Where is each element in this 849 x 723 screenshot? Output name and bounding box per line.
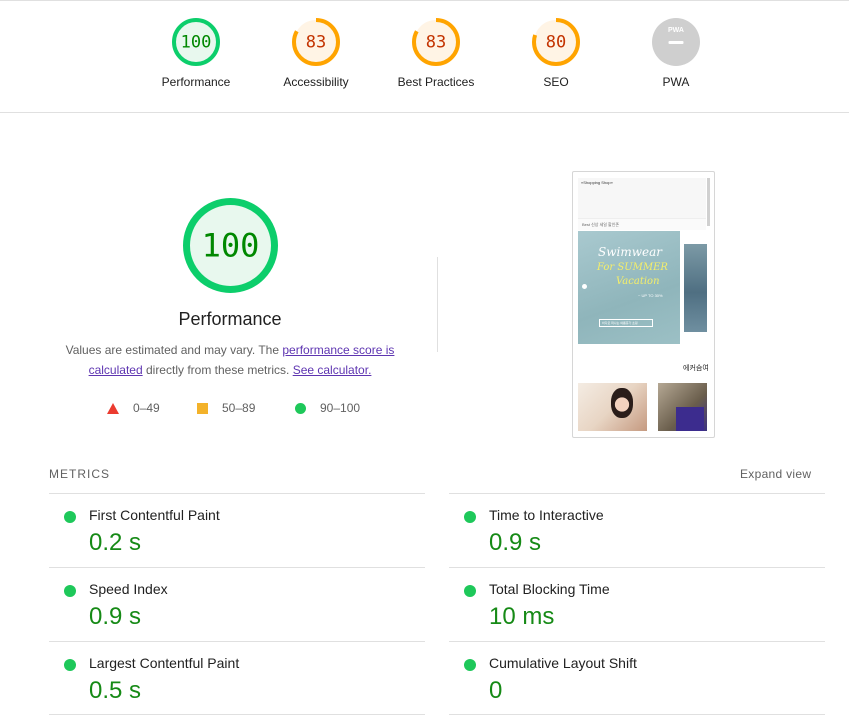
metrics-heading: METRICS [49,467,110,481]
desc-text: directly from these metrics. [142,363,293,377]
pwa-dash-icon [668,41,684,44]
metric-title: Speed Index [89,581,168,597]
gauge-label: Performance [161,75,231,89]
performance-score-gauge: 100 [182,197,279,299]
legend-average: 50–89 [197,400,255,416]
gauge-label: SEO [543,75,569,89]
thumb-prev-arrow-icon [582,284,587,289]
performance-score-value: 100 [202,227,260,265]
see-calculator-link[interactable]: See calculator. [293,363,372,377]
performance-title: Performance [178,309,282,329]
metric-value: 0.2 s [89,529,142,556]
thumb-section-title: 에커슴여 [683,365,709,372]
gauge-score: 83 [426,33,446,53]
pass-circle-icon [464,585,476,597]
circle-icon [295,402,306,414]
metric-title: Total Blocking Time [489,581,610,597]
pass-circle-icon [64,659,76,671]
gauge-accessibility[interactable]: 83 Accessibility [261,17,371,89]
thumb-banner-side-image [684,244,707,332]
expand-view-toggle[interactable]: Expand view [740,467,811,481]
metric-total-blocking-time: Total Blocking Time 10 ms [449,567,825,641]
metric-time-to-interactive: Time to Interactive 0.9 s [449,493,825,567]
thumb-headline: For SUMMER [597,262,668,273]
gauge-label: Best Practices [397,75,475,89]
metric-value: 0.5 s [89,677,142,704]
pwa-badge-text: PWA [668,27,684,34]
legend-range: 90–100 [320,401,361,415]
vertical-divider [437,257,438,352]
legend-pass: 90–100 [295,400,360,416]
metric-value: 0 [489,677,503,704]
thumb-subtext: ~ UP TO 30% [638,293,663,298]
pass-circle-icon [464,659,476,671]
gauge-seo-ring: 80 [532,18,580,66]
pass-circle-icon [64,511,76,523]
gauge-label: PWA [662,75,690,89]
gauge-best-practices-ring: 83 [412,18,460,66]
metric-title: Largest Contentful Paint [89,655,240,671]
pwa-badge-icon: PWA [652,18,700,66]
gauge-seo[interactable]: 80 SEO [501,17,611,89]
thumb-banner-button: 바다로 떠나는 여름휴가 쇼핑 [599,319,653,327]
thumb-product-image [676,407,704,431]
gauge-score: 80 [546,33,566,53]
gauge-performance[interactable]: 100 Performance [141,17,251,89]
pass-circle-icon [464,511,476,523]
square-icon [197,402,208,414]
thumb-logo: «Shopping Shop» [581,180,613,185]
desc-text: Values are estimated and may vary. The [65,343,283,357]
gauge-pwa[interactable]: PWA PWA [621,17,731,89]
triangle-icon [107,402,119,414]
score-description: Values are estimated and may vary. The p… [50,340,410,380]
legend-range: 50–89 [222,401,256,415]
metric-value: 10 ms [489,603,555,630]
metric-speed-index: Speed Index 0.9 s [49,567,425,641]
pass-circle-icon [64,585,76,597]
final-screenshot-thumbnail[interactable]: «Shopping Shop» Best 신상 세일 할인존 Swimwear … [572,171,715,438]
thumb-scrollbar [707,178,710,226]
gauge-score: 100 [181,33,212,53]
metric-value: 0.9 s [489,529,542,556]
legend-fail: 0–49 [107,400,160,416]
metric-value: 0.9 s [89,603,142,630]
metric-first-contentful-paint: First Contentful Paint 0.2 s [49,493,425,567]
category-gauges-bar: 100 Performance 83 Accessibility 83 Best… [0,0,849,113]
gauge-accessibility-ring: 83 [292,18,340,66]
gauge-label: Accessibility [283,75,349,89]
metric-title: First Contentful Paint [89,507,220,523]
gauge-best-practices[interactable]: 83 Best Practices [381,17,491,89]
thumb-nav: Best 신상 세일 할인존 [578,218,706,230]
thumb-headline: Vacation [616,276,660,287]
performance-score-ring: 100 [183,198,278,293]
metric-title: Cumulative Layout Shift [489,655,637,671]
thumb-headline: Swimwear [598,245,662,259]
gauge-score: 83 [306,33,326,53]
thumb-model-image [611,388,633,418]
legend-range: 0–49 [133,401,160,415]
metric-cumulative-layout-shift: Cumulative Layout Shift 0 [449,641,825,715]
gauge-performance-ring: 100 [172,18,220,66]
metric-largest-contentful-paint: Largest Contentful Paint 0.5 s [49,641,425,715]
metric-title: Time to Interactive [489,507,604,523]
